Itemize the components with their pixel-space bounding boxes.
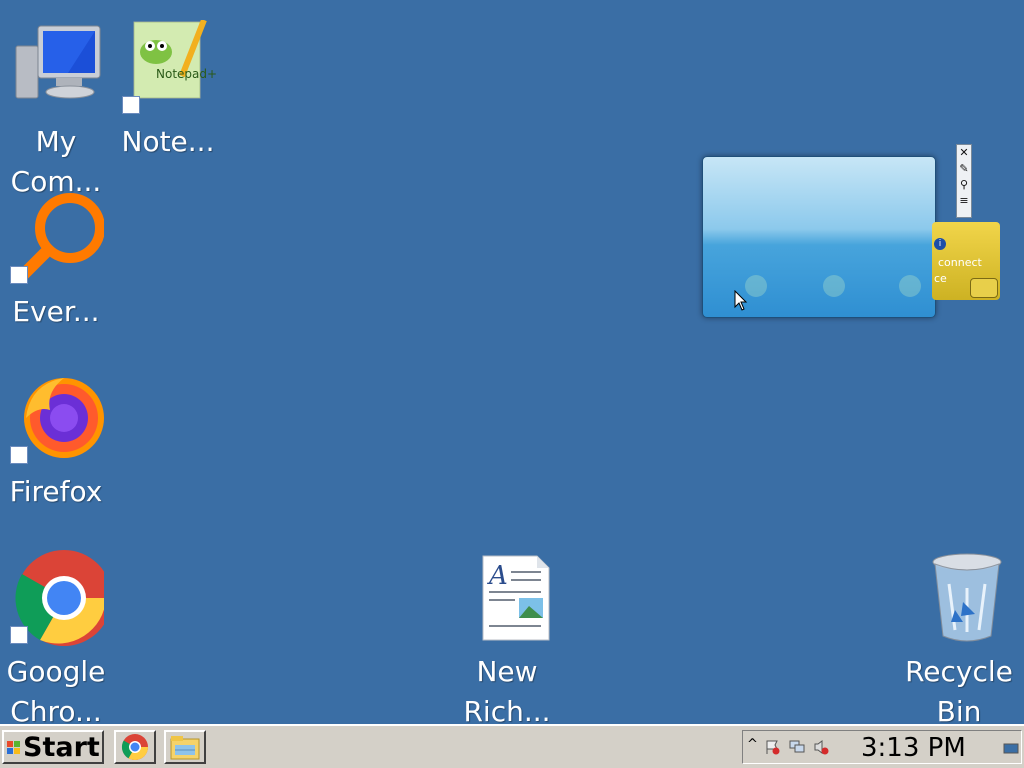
icon-label: Note... [121,125,215,158]
quick-launch-file-explorer[interactable] [164,730,206,764]
computer-icon [8,20,104,116]
desktop-icon-my-computer[interactable]: My Com... [0,20,112,202]
desktop-icon-notepad-plus-plus[interactable]: Notepad++ Note... [112,20,224,162]
chrome-icon [8,550,104,646]
action-center-icon[interactable] [765,739,781,755]
icon-label: Ever... [12,295,100,328]
everything-search-icon [8,190,104,286]
taskbar: Start ^ 3:13 PM [0,724,1024,768]
windows-logo-icon [7,741,20,754]
svg-text:Notepad++: Notepad++ [156,67,216,81]
notepad-plus-plus-icon: Notepad++ [120,20,216,116]
options-icon[interactable]: ✎ [957,161,971,177]
drag-icon[interactable]: ⚲ [957,177,971,193]
icon-label: Firefox [9,475,103,508]
desktop-icon-firefox[interactable]: Firefox [0,370,112,512]
tray-chevron-icon[interactable]: ^ [747,737,758,752]
volume-icon[interactable] [813,739,829,755]
gadget-dot [823,275,845,297]
start-label: Start [23,731,100,763]
shortcut-arrow-icon [10,446,28,464]
file-explorer-icon [170,736,200,760]
mouse-cursor-icon [734,290,748,311]
shortcut-arrow-icon [10,626,28,644]
system-tray: ^ 3:13 PM [742,730,1022,764]
chrome-icon [121,734,149,761]
rich-text-document-icon: A [459,550,555,646]
close-icon[interactable]: ✕ [957,145,971,161]
gadget-toolbar: ✕ ✎ ⚲ ≡ [956,144,972,218]
recycle-bin-icon [911,550,1007,646]
desktop-icon-google-chrome[interactable]: Google Chro... [0,550,112,732]
icon-label: Recycle Bin [905,655,1013,728]
shortcut-arrow-icon [10,266,28,284]
icon-label: Google Chro... [6,655,106,728]
quick-launch-chrome[interactable] [114,730,156,764]
start-button[interactable]: Start [2,730,104,764]
firefox-icon [8,370,104,466]
shortcut-arrow-icon [122,96,140,114]
network-icon[interactable] [789,739,805,755]
clock[interactable]: 3:13 PM [861,733,966,763]
info-icon: i [934,238,946,250]
desktop: My Com... Notepad++ Note... Ev [0,0,1024,728]
grip-icon[interactable]: ≡ [957,193,971,209]
card-gadget[interactable]: i connect ce [932,222,1000,300]
gadget-dot [899,275,921,297]
gadget-dot [745,275,767,297]
icon-label: New Rich... [463,655,551,728]
desktop-icon-recycle-bin[interactable]: Recycle Bin [903,550,1015,732]
card-gadget-text: ce [934,272,947,285]
desktop-icon-new-rich-text[interactable]: A New Rich... [451,550,563,732]
svg-text:A: A [487,561,508,591]
card-chip-icon [970,278,998,298]
card-gadget-text: connect [938,256,982,269]
desktop-icon-everything[interactable]: Ever... [0,190,112,332]
show-desktop-icon[interactable] [1003,743,1019,755]
